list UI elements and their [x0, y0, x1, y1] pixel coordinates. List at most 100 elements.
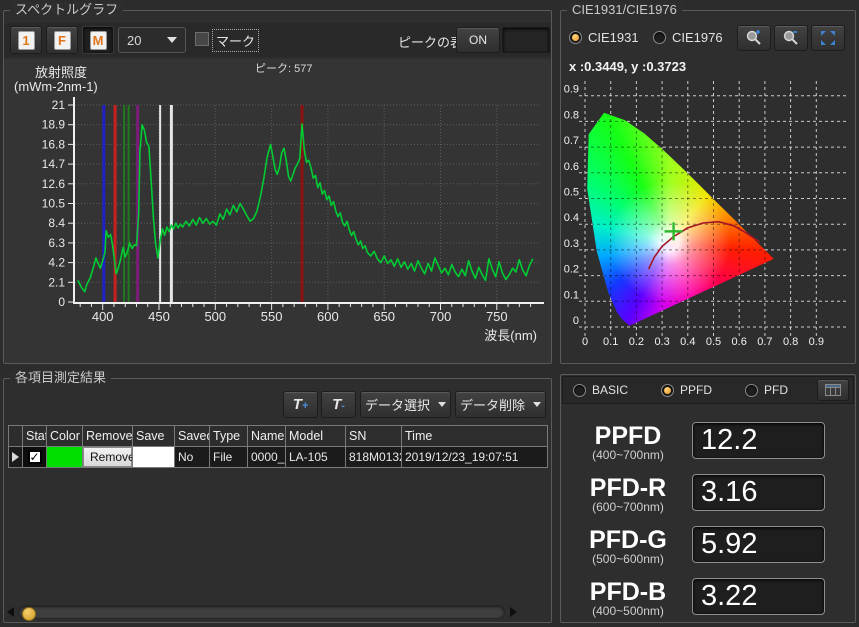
- scroll-left-arrow[interactable]: [7, 607, 14, 617]
- display-grid-button[interactable]: [817, 379, 849, 401]
- mark-count-value: 20: [127, 33, 141, 48]
- pfd-r-label: PFD-R: [565, 475, 691, 501]
- zoom-fit-button[interactable]: [811, 25, 845, 51]
- column-header-color[interactable]: Color: [47, 426, 82, 446]
- row-selector-cell[interactable]: [9, 447, 22, 467]
- pfd-r-value: 3.16: [692, 474, 825, 511]
- svg-text:0.6: 0.6: [732, 336, 747, 348]
- svg-text:0.5: 0.5: [564, 187, 579, 199]
- spectrum-panel: スペクトルグラフ 1 F M 20 マーク ピークの表示 ON 放射照度 (mW…: [3, 10, 552, 364]
- column-header-type[interactable]: Type: [210, 426, 247, 446]
- svg-text:12.6: 12.6: [42, 177, 66, 191]
- basic-radio[interactable]: BASIC: [573, 383, 628, 397]
- cie-panel-title: CIE1931/CIE1976: [567, 2, 682, 18]
- spectrum-toolbar: 1 F M 20 マーク ピークの表示 ON: [4, 23, 551, 57]
- pfd-g-value: 5.92: [692, 526, 825, 563]
- pfd-radio-label: PFD: [764, 383, 788, 397]
- svg-text:0.8: 0.8: [783, 336, 798, 348]
- cie1931-radio-dot: [569, 31, 582, 44]
- svg-text:0.3: 0.3: [564, 238, 579, 250]
- results-table: StateColorRemoveSaveSavedTypeNameModelSN…: [8, 425, 548, 468]
- pfd-g-range: (500~600nm): [565, 553, 691, 566]
- column-header-name[interactable]: Name: [248, 426, 285, 446]
- column-header-save[interactable]: Save: [133, 426, 174, 446]
- results-panel-title: 各項目測定結果: [10, 370, 111, 386]
- svg-text:0.1: 0.1: [564, 289, 579, 301]
- mark-count-dropdown[interactable]: 20: [118, 27, 186, 53]
- view-m-button[interactable]: M: [82, 26, 114, 54]
- column-header-saved[interactable]: Saved: [175, 426, 209, 446]
- mark-checkbox[interactable]: [195, 32, 209, 46]
- row-type-cell: File: [210, 447, 247, 467]
- svg-text:500: 500: [204, 309, 226, 324]
- spectrum-curve: [78, 124, 533, 292]
- chevron-down-icon: [438, 402, 446, 407]
- basic-radio-label: BASIC: [592, 383, 628, 397]
- data-delete-dropdown[interactable]: データ削除: [455, 391, 546, 418]
- column-header-sn[interactable]: SN: [346, 426, 401, 446]
- view-single-button[interactable]: 1: [10, 26, 42, 54]
- mark-lines: [104, 105, 172, 302]
- remove-button[interactable]: Remove: [83, 447, 132, 467]
- y-axis-title-line2: (mWm-2nm-1): [14, 79, 98, 94]
- add-column-button[interactable]: T+: [283, 391, 318, 418]
- view-f-button[interactable]: F: [46, 26, 78, 54]
- column-header-time[interactable]: Time: [402, 426, 547, 446]
- peak-display-toggle-well[interactable]: [502, 27, 550, 53]
- ppfd-radio[interactable]: PPFD: [661, 383, 712, 397]
- zoom-in-button[interactable]: [737, 25, 771, 51]
- svg-text:700: 700: [430, 309, 452, 324]
- mark-checkbox-label[interactable]: マーク: [213, 30, 258, 51]
- svg-text:0.7: 0.7: [757, 336, 772, 348]
- chevron-down-icon: [533, 402, 541, 407]
- scrollbar-track[interactable]: [18, 605, 505, 619]
- column-header-state[interactable]: State: [23, 426, 46, 446]
- cie1976-radio[interactable]: CIE1976: [653, 30, 723, 45]
- measurement-cross-marker: [665, 222, 683, 240]
- pfd-b-label: PFD-B: [565, 579, 691, 605]
- results-panel: 各項目測定結果 T+ T- データ選択 データ削除 StateColorRemo…: [3, 378, 552, 623]
- svg-text:600: 600: [317, 309, 339, 324]
- zoom-out-button[interactable]: [774, 25, 808, 51]
- svg-text:0.9: 0.9: [809, 336, 824, 348]
- svg-text:21: 21: [52, 98, 66, 112]
- data-select-dropdown[interactable]: データ選択: [360, 391, 451, 418]
- pfd-b-value: 3.22: [692, 578, 825, 615]
- svg-text:10.5: 10.5: [42, 197, 66, 211]
- row-selector-header: [9, 426, 22, 446]
- cie-overlay: [585, 83, 829, 327]
- view-single-icon: 1: [18, 31, 35, 50]
- svg-text:0.8: 0.8: [564, 109, 579, 121]
- chevron-down-icon: [167, 37, 177, 43]
- cie1931-radio[interactable]: CIE1931: [569, 30, 639, 45]
- peak-display-on-button[interactable]: ON: [456, 27, 500, 53]
- view-f-icon: F: [54, 31, 71, 50]
- svg-text:550: 550: [261, 309, 283, 324]
- cie-inner-gridlines: [585, 83, 829, 327]
- t-plus-icon: T+: [293, 396, 309, 413]
- ppfd-radio-dot: [661, 384, 674, 397]
- ppfd-range: (400~700nm): [565, 449, 691, 462]
- row-save-cell[interactable]: [133, 447, 174, 467]
- cie-coordinates-readout: x :0.3449, y :0.3723: [569, 59, 686, 74]
- grid-window-icon: [825, 384, 841, 396]
- svg-text:0: 0: [573, 315, 579, 327]
- scrollbar-thumb[interactable]: [22, 607, 36, 621]
- svg-text:2.1: 2.1: [48, 275, 65, 289]
- horizontal-scrollbar: [4, 603, 551, 621]
- column-header-remove[interactable]: Remove: [83, 426, 132, 446]
- ppfd-label: PPFD: [565, 423, 691, 449]
- cie-panel: CIE1931/CIE1976 CIE1931 CIE1976 x :0.344…: [560, 10, 856, 364]
- zoom-fit-icon: [819, 29, 837, 47]
- svg-text:0.3: 0.3: [654, 336, 669, 348]
- state-checkbox[interactable]: ✓: [28, 450, 42, 464]
- zoom-out-icon: [782, 29, 800, 47]
- pfd-r-range: (600~700nm): [565, 501, 691, 514]
- column-header-model[interactable]: Model: [286, 426, 345, 446]
- cie1976-radio-dot: [653, 31, 666, 44]
- pfd-radio[interactable]: PFD: [745, 383, 788, 397]
- remove-column-button[interactable]: T-: [321, 391, 356, 418]
- scroll-right-arrow[interactable]: [510, 607, 517, 617]
- svg-text:0.2: 0.2: [629, 336, 644, 348]
- row-color-cell[interactable]: [47, 447, 82, 467]
